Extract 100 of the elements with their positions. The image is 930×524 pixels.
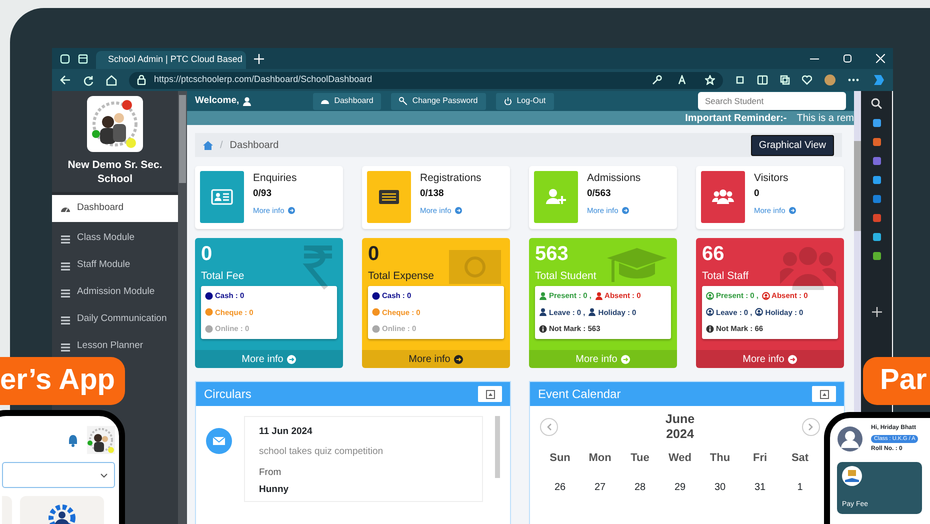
app-label-badge: er’s App xyxy=(0,357,125,405)
calendar-day[interactable]: 1 xyxy=(797,482,803,492)
stat-value: 0 xyxy=(200,242,214,266)
stat-label: Total Staff xyxy=(701,269,750,284)
calendar-day[interactable]: 30 xyxy=(714,482,726,492)
sidebar-item[interactable]: Class Module xyxy=(52,225,178,252)
sender-name: Hunny xyxy=(259,482,290,497)
graphical-view-button[interactable]: Graphical View xyxy=(750,134,834,156)
from-label: From xyxy=(259,466,282,480)
weekday-label: Fri xyxy=(752,451,768,466)
calendar-day[interactable]: 26 xyxy=(554,482,566,492)
menu-icon xyxy=(60,342,71,352)
avatar-drawing[interactable] xyxy=(87,426,115,454)
power-icon xyxy=(504,97,512,105)
calendar-day[interactable]: 31 xyxy=(754,482,766,492)
id-card-icon xyxy=(211,188,233,206)
breadcrumb-current: Dashboard xyxy=(230,138,279,152)
weekday-label: Mon xyxy=(588,451,612,466)
collapse-button[interactable] xyxy=(812,386,836,402)
menu-icon xyxy=(60,260,71,270)
card-value: 0 xyxy=(754,186,760,201)
split-screen-icon[interactable] xyxy=(757,75,768,85)
sidebar-scrollbar[interactable] xyxy=(178,91,187,524)
stat-label: Total Student xyxy=(534,269,598,284)
card-title: Registrations xyxy=(420,171,482,186)
arrow-circle-icon xyxy=(622,207,630,214)
more-icon[interactable] xyxy=(848,78,859,82)
card-title: Admissions xyxy=(587,171,641,186)
gear-person-icon xyxy=(48,504,76,524)
breadcrumb-separator: / xyxy=(220,138,223,152)
restore-icon[interactable] xyxy=(843,54,852,63)
dashboard-icon xyxy=(321,97,330,105)
more-info-link[interactable]: More info xyxy=(696,350,844,368)
chevron-right-icon xyxy=(808,423,814,431)
stat-value: 563 xyxy=(534,242,570,266)
heart-icon[interactable] xyxy=(802,75,812,85)
panel-title: Event Calendar xyxy=(538,386,621,403)
reminder-label: Important Reminder:- xyxy=(685,112,787,125)
panel-title: Circulars xyxy=(204,386,252,403)
profile-avatar-icon[interactable] xyxy=(824,74,836,86)
arrow-circle-icon xyxy=(455,207,462,214)
address-bar[interactable]: https://ptcschoolerp.com/Dashboard/SchoolDashboard xyxy=(129,72,723,88)
star-icon[interactable] xyxy=(705,75,715,85)
arrow-circle-icon xyxy=(454,354,464,364)
reminder-text: This is a rem xyxy=(796,112,854,125)
tab-actions-icon[interactable] xyxy=(78,54,88,64)
card-title: Visitors xyxy=(754,171,790,186)
menu-tile[interactable] xyxy=(20,496,104,524)
calendar-day[interactable]: 27 xyxy=(594,482,606,492)
weekday-label: Tue xyxy=(630,451,650,466)
back-icon[interactable] xyxy=(60,75,71,85)
arrow-circle-icon xyxy=(788,354,798,364)
sidebar-item[interactable]: Lesson Planner xyxy=(52,333,178,360)
weekday-label: Thu xyxy=(708,451,732,466)
arrow-circle-icon xyxy=(789,207,796,214)
chevron-left-icon xyxy=(546,423,552,431)
school-name: New Demo Sr. Sec. School xyxy=(66,158,164,186)
calendar-year: 2024 xyxy=(665,427,695,442)
circulars-scrollbar[interactable] xyxy=(495,416,500,478)
stat-value: 0 xyxy=(367,242,380,266)
menu-icon xyxy=(60,314,71,324)
nav-button[interactable]: Dashboard xyxy=(313,92,382,110)
menu-icon xyxy=(60,234,71,244)
plus-icon[interactable] xyxy=(872,307,882,317)
arrow-circle-icon xyxy=(287,354,296,364)
calendar-day[interactable]: 29 xyxy=(674,482,686,492)
sidebar-item[interactable]: Admission Module xyxy=(52,279,178,306)
browser-tab[interactable]: School Admin | PTC Cloud Based xyxy=(96,51,246,69)
person-silhouette-icon xyxy=(837,426,863,452)
dropdown-field[interactable] xyxy=(2,462,115,488)
calendar-month: June xyxy=(665,412,695,427)
new-tab-icon[interactable] xyxy=(254,54,264,64)
list-icon xyxy=(378,188,400,206)
search-icon[interactable] xyxy=(871,98,882,109)
users-icon xyxy=(780,244,836,292)
home-icon[interactable] xyxy=(106,74,117,86)
weekday-label: Sun xyxy=(548,451,572,466)
reload-icon[interactable] xyxy=(83,74,94,86)
circular-date: 11 Jun 2024 xyxy=(259,425,314,439)
sidebar-item[interactable]: Staff Module xyxy=(52,252,178,279)
more-info-link[interactable]: More info xyxy=(362,350,510,368)
more-info-link[interactable]: More info xyxy=(195,350,343,368)
search-field[interactable]: Search Student xyxy=(698,92,846,110)
collapse-button[interactable] xyxy=(478,386,502,402)
school-logo-drawing xyxy=(87,96,143,152)
sidebar-item[interactable]: Dashboard xyxy=(52,195,178,222)
nav-button[interactable]: Log-Out xyxy=(496,92,554,110)
bell-icon[interactable] xyxy=(67,434,79,446)
collapse-icon xyxy=(820,390,828,398)
collections-icon[interactable] xyxy=(780,75,790,85)
arrow-circle-icon xyxy=(288,207,296,214)
app-label-badge: Par xyxy=(863,357,930,405)
close-icon[interactable] xyxy=(876,54,885,63)
sidebar-item[interactable]: Daily Communication xyxy=(52,306,178,333)
card-value: 0/93 xyxy=(253,186,272,201)
calendar-day[interactable]: 28 xyxy=(634,482,646,492)
weekday-label: Wed xyxy=(667,451,693,466)
card-value: 0/563 xyxy=(587,186,612,201)
chevron-down-icon xyxy=(100,472,108,478)
nav-button[interactable]: Change Password xyxy=(391,92,486,110)
